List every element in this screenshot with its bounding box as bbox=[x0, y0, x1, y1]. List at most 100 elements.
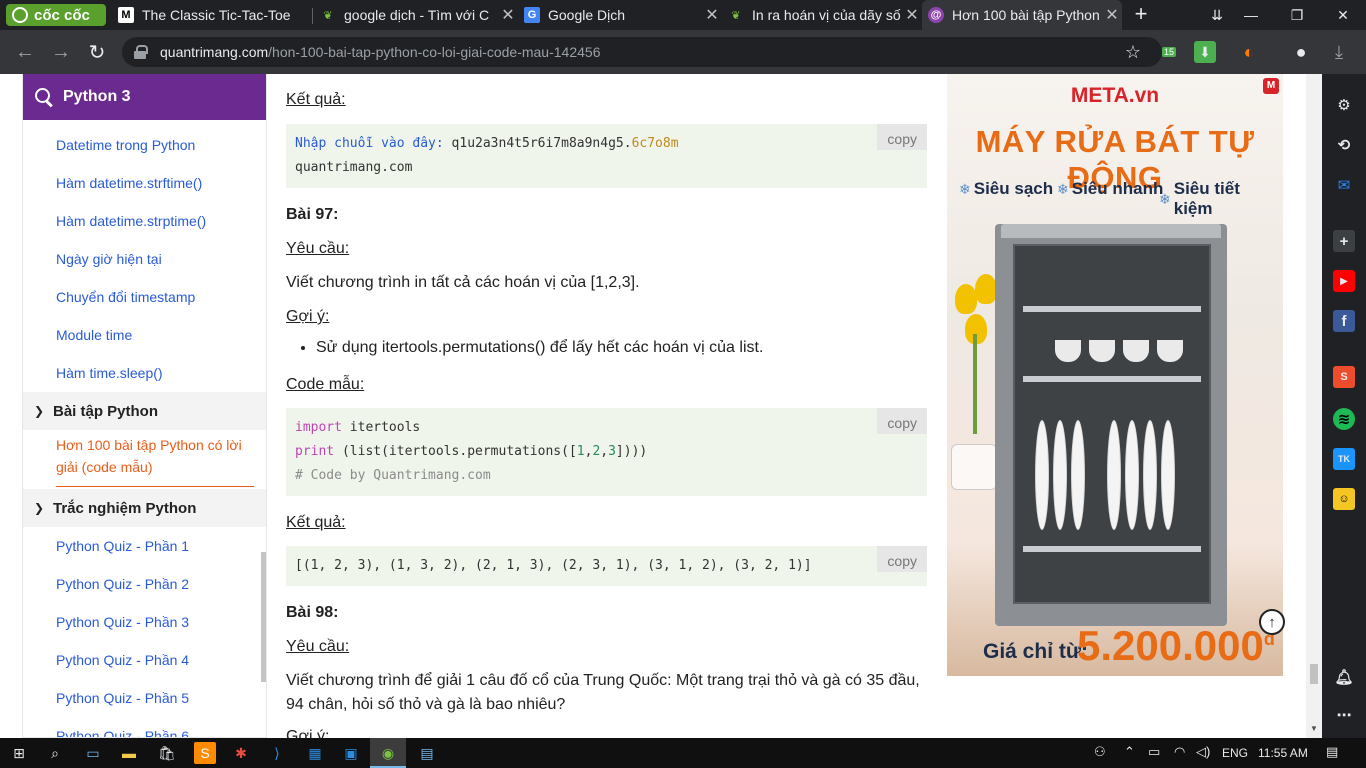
output-prompt: Nhập chuỗi vào đây: bbox=[295, 136, 444, 151]
tab-google-search[interactable]: ❦ google dịch - Tìm với C ✕ bbox=[314, 0, 518, 30]
extension-badge-count: 15 bbox=[1161, 47, 1176, 57]
app-icon[interactable]: ✱ bbox=[230, 742, 252, 764]
close-icon[interactable]: ✕ bbox=[1102, 5, 1122, 25]
back-button[interactable]: ← bbox=[12, 39, 38, 65]
scrollbar-thumb[interactable] bbox=[1310, 664, 1318, 684]
download-extension-icon[interactable]: ⬇ bbox=[1194, 41, 1216, 63]
google-translate-icon: G bbox=[524, 7, 540, 23]
new-tab-button[interactable]: + bbox=[1130, 3, 1152, 26]
browser-logo-text: cốc cốc bbox=[34, 6, 90, 24]
ad-feature-label: Siêu tiết kiệm bbox=[1173, 179, 1240, 218]
shopee-icon[interactable]: S bbox=[1333, 366, 1355, 388]
wifi-icon[interactable]: ◠ bbox=[1174, 744, 1185, 760]
code-keyword: import bbox=[295, 420, 342, 435]
coccoc-extension-icon[interactable]: ◐ bbox=[1238, 41, 1260, 63]
sparkle-icon: ❄ bbox=[1057, 180, 1069, 197]
tab-python-exercises[interactable]: @ Hơn 100 bài tập Python ✕ bbox=[922, 0, 1122, 30]
advertisement[interactable]: M META.vn MÁY RỬA BÁT TỰ ĐỘNG ❄ Siêu sạch… bbox=[947, 74, 1283, 676]
calendar-icon[interactable]: ▦ bbox=[304, 742, 326, 764]
tab-google-translate[interactable]: G Google Dịch ✕ bbox=[518, 0, 722, 30]
windows-start-icon[interactable]: ⊞ bbox=[8, 742, 30, 764]
page-scrollbar[interactable]: ▼ bbox=[1306, 74, 1322, 738]
battery-icon[interactable]: ▭ bbox=[1148, 744, 1160, 760]
store-icon[interactable]: 🛍︎ bbox=[156, 742, 178, 764]
close-window-button[interactable]: ✕ bbox=[1320, 0, 1366, 30]
coccoc-taskbar-icon: ◉ bbox=[381, 744, 395, 761]
bookmark-star-icon[interactable]: ☆ bbox=[1122, 41, 1144, 63]
dishwasher-image bbox=[995, 224, 1227, 626]
sidebar-item-quiz-4[interactable]: Python Quiz - Phần 4 bbox=[23, 641, 266, 679]
close-icon[interactable]: ✕ bbox=[498, 5, 518, 25]
notification-bell-icon[interactable]: 🔔︎ bbox=[1333, 666, 1355, 688]
search-icon[interactable]: ⌕ bbox=[44, 742, 66, 764]
settings-icon[interactable]: ⚙ bbox=[1333, 94, 1355, 116]
extension-badge-icon[interactable]: 15 bbox=[1158, 41, 1180, 63]
clock[interactable]: 11:55 AM bbox=[1258, 746, 1308, 760]
sublime-icon[interactable]: S bbox=[194, 742, 216, 764]
vscode-icon[interactable]: ⟩ bbox=[266, 742, 288, 764]
close-icon[interactable]: ✕ bbox=[702, 5, 722, 25]
tab-permutation[interactable]: ❦ In ra hoán vị của dãy số ✕ bbox=[722, 0, 922, 30]
profile-icon[interactable]: ● bbox=[1290, 41, 1312, 63]
url-path: /hon-100-bai-tap-python-co-loi-giai-code… bbox=[268, 44, 601, 60]
sidebar-item-strftime[interactable]: Hàm datetime.strftime() bbox=[23, 164, 266, 202]
facebook-icon[interactable]: f bbox=[1333, 310, 1355, 332]
scroll-down-arrow-icon[interactable]: ▼ bbox=[1310, 724, 1318, 733]
leaf-icon: ❦ bbox=[323, 9, 333, 22]
ad-price-value: 5.200.000 bbox=[1077, 622, 1264, 669]
file-explorer-icon[interactable]: ▬ bbox=[118, 742, 140, 764]
hint-label: Gợi ý: bbox=[286, 308, 330, 325]
game-icon[interactable]: ☺ bbox=[1333, 488, 1355, 510]
forward-button[interactable]: → bbox=[48, 39, 74, 65]
volume-icon[interactable]: ◁) bbox=[1196, 744, 1210, 760]
browser-logo[interactable]: cốc cốc bbox=[6, 4, 106, 26]
minimize-button[interactable]: — bbox=[1228, 0, 1274, 30]
sidebar-section-quiz[interactable]: ❯ Trắc nghiệm Python bbox=[23, 489, 266, 527]
sidebar-item-quiz-3[interactable]: Python Quiz - Phần 3 bbox=[23, 603, 266, 641]
add-icon[interactable]: + bbox=[1333, 230, 1355, 252]
sidebar-item-quiz-2[interactable]: Python Quiz - Phần 2 bbox=[23, 565, 266, 603]
hint-item: Sử dụng itertools.permutations() để lấy … bbox=[316, 339, 763, 357]
window-app-icon[interactable]: ▣ bbox=[340, 742, 362, 764]
tab-tictactoe[interactable]: M The Classic Tic-Tac-Toe bbox=[112, 0, 312, 30]
notepad-icon[interactable]: ▤ bbox=[416, 742, 438, 764]
exercise-97-title: Bài 97: bbox=[286, 206, 339, 223]
address-bar[interactable]: quantrimang.com /hon-100-bai-tap-python-… bbox=[122, 37, 1162, 67]
language-indicator[interactable]: ENG bbox=[1222, 746, 1248, 760]
sidebar-item-current-date[interactable]: Ngày giờ hiện tại bbox=[23, 240, 266, 278]
action-center-icon[interactable]: ▤ bbox=[1326, 744, 1338, 760]
sidebar-item-module-time[interactable]: Module time bbox=[23, 316, 266, 354]
spotify-icon[interactable]: ≋ bbox=[1333, 408, 1355, 430]
download-icon[interactable]: ⤓ bbox=[1328, 41, 1350, 63]
code-number: 3 bbox=[608, 444, 616, 459]
taskbar-active-app[interactable]: ◉ bbox=[370, 738, 406, 768]
desktop-icon[interactable]: ▭ bbox=[82, 742, 104, 764]
sidebar-item-timestamp[interactable]: Chuyển đổi timestamp bbox=[23, 278, 266, 316]
coccoc-logo-icon bbox=[12, 7, 28, 23]
sidebar-item-sleep[interactable]: Hàm time.sleep() bbox=[23, 354, 266, 392]
youtube-icon[interactable]: ▶ bbox=[1333, 270, 1355, 292]
sidebar-item-quiz-1[interactable]: Python Quiz - Phần 1 bbox=[23, 527, 266, 565]
code-block: copy import itertools print (list(iterto… bbox=[286, 408, 927, 496]
close-icon[interactable]: ✕ bbox=[902, 5, 922, 25]
sidebar-item-datetime[interactable]: Datetime trong Python bbox=[23, 126, 266, 164]
sidebar-item-quiz-5[interactable]: Python Quiz - Phần 5 bbox=[23, 679, 266, 717]
copy-button[interactable]: copy bbox=[877, 408, 927, 434]
messenger-icon[interactable]: ✉ bbox=[1333, 174, 1355, 196]
reload-button[interactable]: ↻ bbox=[84, 39, 110, 65]
sidebar-section-exercises[interactable]: ❯ Bài tập Python bbox=[23, 392, 266, 430]
history-icon[interactable]: ⟲ bbox=[1333, 134, 1355, 156]
sidebar-item-active[interactable]: Hơn 100 bài tập Python có lời giải (code… bbox=[56, 434, 254, 487]
scroll-to-top-button[interactable]: ↑ bbox=[1259, 609, 1285, 635]
copy-button[interactable]: copy bbox=[877, 124, 927, 150]
more-options-icon[interactable]: ⋯ bbox=[1333, 704, 1355, 726]
sidebar-header[interactable]: Python 3 bbox=[23, 74, 266, 120]
copy-button[interactable]: copy bbox=[877, 546, 927, 572]
maximize-button[interactable]: ❐ bbox=[1274, 0, 1320, 30]
tray-chevron-icon[interactable]: ⌃ bbox=[1124, 744, 1135, 760]
sidebar-scrollbar[interactable] bbox=[261, 552, 266, 682]
tiki-icon[interactable]: TK bbox=[1333, 448, 1355, 470]
sidebar-item-quiz-6[interactable]: Python Quiz - Phần 6 bbox=[23, 717, 266, 737]
people-icon[interactable]: ⚇ bbox=[1094, 744, 1106, 760]
sidebar-item-strptime[interactable]: Hàm datetime.strptime() bbox=[23, 202, 266, 240]
